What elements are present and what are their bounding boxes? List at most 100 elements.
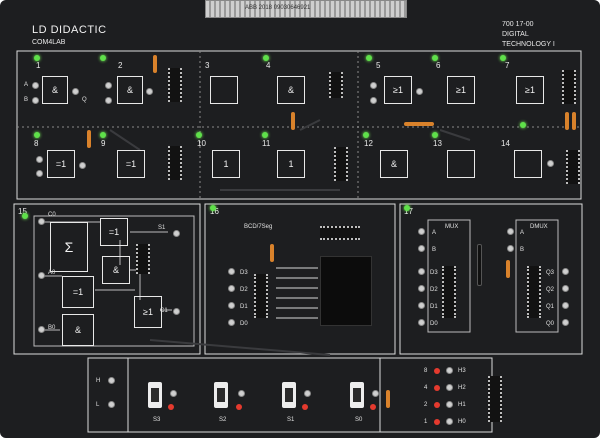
- or-gate: ≥1: [384, 76, 412, 104]
- carry-in-jack[interactable]: [38, 218, 45, 225]
- output-jack-h2[interactable]: [446, 384, 453, 391]
- status-led: [100, 55, 106, 61]
- a0-input-jack[interactable]: [38, 272, 45, 279]
- status-led: [432, 55, 438, 61]
- input-jack-a[interactable]: [36, 156, 43, 163]
- output-jack-q[interactable]: [79, 162, 86, 169]
- mux-pin-b: B: [432, 247, 437, 253]
- output-jack-h1[interactable]: [446, 401, 453, 408]
- xor-gate: =1: [117, 150, 145, 178]
- resistor: [386, 390, 390, 408]
- gate-number: 5: [376, 61, 381, 70]
- toggle-switch-s3[interactable]: [148, 382, 162, 408]
- dmux-title: DMUX: [530, 224, 548, 230]
- input-jack-a[interactable]: [370, 82, 377, 89]
- dmux-pin-q1: Q1: [546, 304, 555, 310]
- resistor: [565, 112, 569, 130]
- decoder-chip: [320, 226, 360, 240]
- toggle-switch-s0[interactable]: [350, 382, 364, 408]
- xor-gate: =1: [47, 150, 75, 178]
- switch-label-s2: S2: [219, 417, 227, 423]
- input-jack-a[interactable]: [105, 82, 112, 89]
- mux-b-jack[interactable]: [418, 245, 425, 252]
- gate-number: 7: [505, 61, 510, 70]
- mux-d1-jack[interactable]: [418, 302, 425, 309]
- gate-number: 14: [501, 139, 510, 148]
- output-led-h2: [434, 385, 440, 391]
- pin-label-d1: D1: [240, 304, 248, 310]
- mux-d3-jack[interactable]: [418, 268, 425, 275]
- switch-led: [236, 404, 242, 410]
- pin-label-s1: S1: [158, 225, 166, 231]
- d0-input-jack[interactable]: [228, 319, 235, 326]
- brand-subtitle: COM4LAB: [32, 39, 66, 46]
- toggle-switch-s1[interactable]: [282, 382, 296, 408]
- status-led: [363, 132, 369, 138]
- input-jack-b[interactable]: [370, 97, 377, 104]
- dmux-pin-a: A: [520, 230, 525, 236]
- gate-number: 4: [266, 61, 271, 70]
- status-led: [34, 55, 40, 61]
- output-jack-h0[interactable]: [446, 418, 453, 425]
- dmux-q0-jack[interactable]: [562, 319, 569, 326]
- d1-input-jack[interactable]: [228, 302, 235, 309]
- output-jack-q[interactable]: [547, 160, 554, 167]
- dmux-a-jack[interactable]: [507, 228, 514, 235]
- output-jack-q[interactable]: [416, 88, 423, 95]
- ic-chip: [527, 266, 541, 318]
- pin-label-c1: C1: [160, 308, 168, 314]
- seven-segment-display: [320, 256, 372, 326]
- gate-number: 13: [433, 139, 442, 148]
- carry-out-jack[interactable]: [173, 308, 180, 315]
- status-led: [210, 205, 216, 211]
- output-weight-1: 1: [424, 419, 428, 425]
- pin-label-d0: D0: [240, 321, 248, 327]
- input-jack-a[interactable]: [32, 82, 39, 89]
- or-gate: ≥1: [447, 76, 475, 104]
- and-gate: &: [277, 76, 305, 104]
- input-jack-b[interactable]: [105, 97, 112, 104]
- mux-d2-jack[interactable]: [418, 285, 425, 292]
- switch-jack[interactable]: [304, 390, 311, 397]
- gate-number: 9: [101, 139, 106, 148]
- output-jack-q[interactable]: [146, 88, 153, 95]
- pin-label-q: Q: [82, 97, 87, 103]
- gate-number: 8: [34, 139, 39, 148]
- switch-led: [302, 404, 308, 410]
- ic-chip: [562, 70, 576, 104]
- switch-jack[interactable]: [238, 390, 245, 397]
- d2-input-jack[interactable]: [228, 285, 235, 292]
- input-jack-b[interactable]: [36, 170, 43, 177]
- b0-input-jack[interactable]: [38, 326, 45, 333]
- pin-label-b0: B0: [48, 325, 56, 331]
- dmux-b-jack[interactable]: [507, 245, 514, 252]
- mux-d0-jack[interactable]: [418, 319, 425, 326]
- resistor: [572, 112, 576, 130]
- mux-a-jack[interactable]: [418, 228, 425, 235]
- dmux-q2-jack[interactable]: [562, 285, 569, 292]
- toggle-switch-s2[interactable]: [214, 382, 228, 408]
- dmux-q3-jack[interactable]: [562, 268, 569, 275]
- output-jack-h3[interactable]: [446, 367, 453, 374]
- pin-label-d3: D3: [240, 270, 248, 276]
- and-gate: &: [42, 76, 68, 104]
- mux-pin-d2: D2: [430, 287, 438, 293]
- output-jack-q[interactable]: [72, 88, 79, 95]
- low-level-jack[interactable]: [108, 401, 115, 408]
- output-weight-2: 2: [424, 402, 428, 408]
- switch-jack[interactable]: [170, 390, 177, 397]
- ic-chip: [488, 376, 502, 422]
- dmux-pin-q0: Q0: [546, 321, 555, 327]
- dmux-q1-jack[interactable]: [562, 302, 569, 309]
- dmux-pin-b: B: [520, 247, 525, 253]
- sum-output-jack[interactable]: [173, 230, 180, 237]
- ic-chip: [254, 274, 268, 318]
- switch-jack[interactable]: [372, 390, 379, 397]
- status-led: [500, 55, 506, 61]
- not-gate: 1: [277, 150, 305, 178]
- d3-input-jack[interactable]: [228, 268, 235, 275]
- high-level-jack[interactable]: [108, 377, 115, 384]
- input-jack-b[interactable]: [32, 97, 39, 104]
- or-gate: ≥1: [134, 296, 162, 328]
- ic-chip: [329, 72, 343, 98]
